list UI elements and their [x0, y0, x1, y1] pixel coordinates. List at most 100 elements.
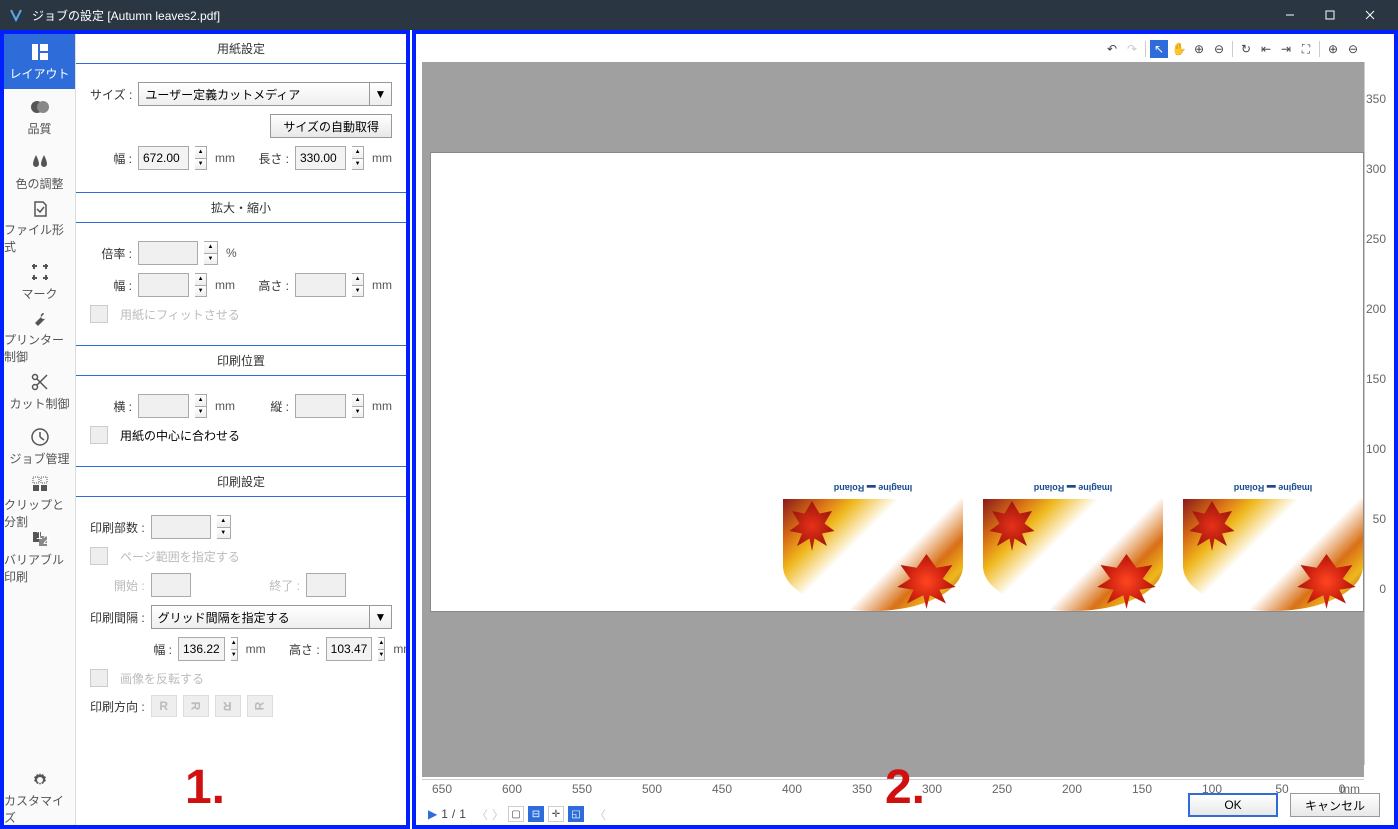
preview-thumbnail: Imagine ▬ Roland [1183, 481, 1363, 611]
sidebar-item-clip[interactable]: クリップと分割 [4, 474, 75, 529]
direction-option-1[interactable]: R [151, 695, 177, 717]
gap-height-input[interactable]: 103.47 [326, 637, 373, 661]
sidebar-item-customize[interactable]: カスタマイズ [4, 770, 75, 825]
width-label: 幅 : [90, 150, 132, 167]
length-input[interactable]: 330.00 [295, 146, 346, 170]
scroll-left-icon[interactable]: 〈 [594, 806, 606, 823]
titlebar: ジョブの設定 [Autumn leaves2.pdf] [0, 0, 1398, 30]
fit-height-icon[interactable]: ⇥ [1277, 40, 1295, 58]
sidebar-item-quality[interactable]: 品質 [4, 89, 75, 144]
cancel-button[interactable]: キャンセル [1290, 793, 1380, 817]
preview-page: Imagine ▬ Roland Imagine ▬ Roland Imagin… [430, 152, 1364, 612]
sidebar-label: バリアブル 印刷 [4, 551, 75, 585]
width-input[interactable]: 672.00 [138, 146, 189, 170]
view-crosshair-icon[interactable]: ✛ [548, 806, 564, 822]
app-icon [8, 7, 24, 23]
sidebar-item-layout[interactable]: レイアウト [4, 34, 75, 89]
sidebar-label: マーク [21, 285, 57, 302]
minus-icon[interactable]: ⊖ [1344, 40, 1362, 58]
preview-toolbar: ↶ ↷ ↖ ✋ ⊕ ⊖ ↻ ⇤ ⇥ ⛶ ⊕ ⊖ [1103, 38, 1362, 60]
direction-option-4[interactable]: R [247, 695, 273, 717]
pos-v-input[interactable] [295, 394, 346, 418]
minimize-button[interactable] [1270, 0, 1310, 30]
sidebar-label: プリンター制御 [4, 331, 75, 365]
wrench-icon [29, 309, 51, 329]
start-input[interactable] [151, 573, 191, 597]
variable-icon: 12 [29, 529, 51, 549]
preview-thumbnail: Imagine ▬ Roland [783, 481, 963, 611]
zoom-in-icon[interactable]: ⊕ [1190, 40, 1208, 58]
ratio-input[interactable] [138, 241, 198, 265]
chevron-down-icon: ▼ [369, 606, 391, 628]
gap-label: 印刷間隔 : [90, 609, 145, 626]
gap-width-input[interactable]: 136.22 [178, 637, 225, 661]
sidebar: レイアウト 品質 色の調整 ファイル形式 マーク プリンター制御 [4, 34, 76, 825]
section-scale-header: 拡大・縮小 [76, 192, 406, 223]
gap-select[interactable]: グリッド間隔を指定する ▼ [151, 605, 392, 629]
scale-height-input[interactable] [295, 273, 346, 297]
preview-thumbnail: Imagine ▬ Roland [983, 481, 1163, 611]
auto-size-button[interactable]: サイズの自動取得 [270, 114, 392, 138]
gap-height-label: 高さ : [278, 641, 320, 658]
page-total: 1 [459, 807, 466, 821]
svg-text:2: 2 [43, 533, 50, 547]
flip-checkbox[interactable] [90, 669, 108, 687]
fit-checkbox[interactable] [90, 305, 108, 323]
sidebar-item-printer[interactable]: プリンター制御 [4, 309, 75, 364]
pos-h-input[interactable] [138, 394, 189, 418]
ratio-spinner[interactable]: ▲▼ [204, 241, 218, 265]
scale-width-input[interactable] [138, 273, 189, 297]
close-button[interactable] [1350, 0, 1390, 30]
sidebar-item-mark[interactable]: マーク [4, 254, 75, 309]
pos-h-label: 横 : [90, 398, 132, 415]
fit-width-icon[interactable]: ⇤ [1257, 40, 1275, 58]
sidebar-item-cut[interactable]: カット制御 [4, 364, 75, 419]
pos-v-label: 縦 : [247, 398, 289, 415]
window-title: ジョブの設定 [Autumn leaves2.pdf] [32, 7, 1270, 24]
sidebar-item-color[interactable]: 色の調整 [4, 144, 75, 199]
sidebar-item-variable[interactable]: 12 バリアブル 印刷 [4, 529, 75, 584]
sidebar-label: クリップと分割 [4, 496, 75, 530]
ok-button[interactable]: OK [1188, 793, 1278, 817]
prev-page-icon[interactable]: 〈 [476, 806, 488, 823]
pointer-icon[interactable]: ↖ [1150, 40, 1168, 58]
gear-icon [29, 770, 51, 790]
scissors-icon [29, 371, 51, 393]
section-position-header: 印刷位置 [76, 345, 406, 376]
next-page-icon[interactable]: 〉 [492, 806, 504, 823]
length-spinner[interactable]: ▲▼ [352, 146, 364, 170]
scale-height-label: 高さ : [247, 277, 289, 294]
center-checkbox[interactable] [90, 426, 108, 444]
sidebar-label: ジョブ管理 [9, 450, 69, 467]
maximize-button[interactable] [1310, 0, 1350, 30]
width-spinner[interactable]: ▲▼ [195, 146, 207, 170]
preview-canvas-area[interactable]: Imagine ▬ Roland Imagine ▬ Roland Imagin… [422, 62, 1364, 777]
sidebar-item-fileformat[interactable]: ファイル形式 [4, 199, 75, 254]
undo-icon[interactable]: ↶ [1103, 40, 1121, 58]
section-print-header: 印刷設定 [76, 466, 406, 497]
plus-icon[interactable]: ⊕ [1324, 40, 1342, 58]
view-person-icon[interactable]: ◱ [568, 806, 584, 822]
page-current: 1 [441, 807, 448, 821]
clock-icon [29, 426, 51, 448]
hand-icon[interactable]: ✋ [1170, 40, 1188, 58]
direction-option-3[interactable]: R [215, 695, 241, 717]
view-info-icon[interactable]: ⊟ [528, 806, 544, 822]
range-checkbox[interactable] [90, 547, 108, 565]
direction-option-2[interactable]: R [183, 695, 209, 717]
flip-label: 画像を反転する [120, 670, 204, 687]
quality-icon [29, 96, 51, 118]
page-marker-icon: ▶ [428, 807, 437, 821]
copies-label: 印刷部数 : [90, 519, 145, 536]
redo-icon[interactable]: ↷ [1123, 40, 1141, 58]
view-single-icon[interactable]: ▢ [508, 806, 524, 822]
end-input[interactable] [306, 573, 346, 597]
zoom-out-icon[interactable]: ⊖ [1210, 40, 1228, 58]
fit-screen-icon[interactable]: ⛶ [1297, 40, 1315, 58]
gap-width-label: 幅 : [130, 641, 172, 658]
range-label: ページ範囲を指定する [120, 548, 240, 565]
sidebar-item-job[interactable]: ジョブ管理 [4, 419, 75, 474]
copies-input[interactable] [151, 515, 211, 539]
size-select[interactable]: ユーザー定義カットメディア ▼ [138, 82, 392, 106]
rotate-icon[interactable]: ↻ [1237, 40, 1255, 58]
